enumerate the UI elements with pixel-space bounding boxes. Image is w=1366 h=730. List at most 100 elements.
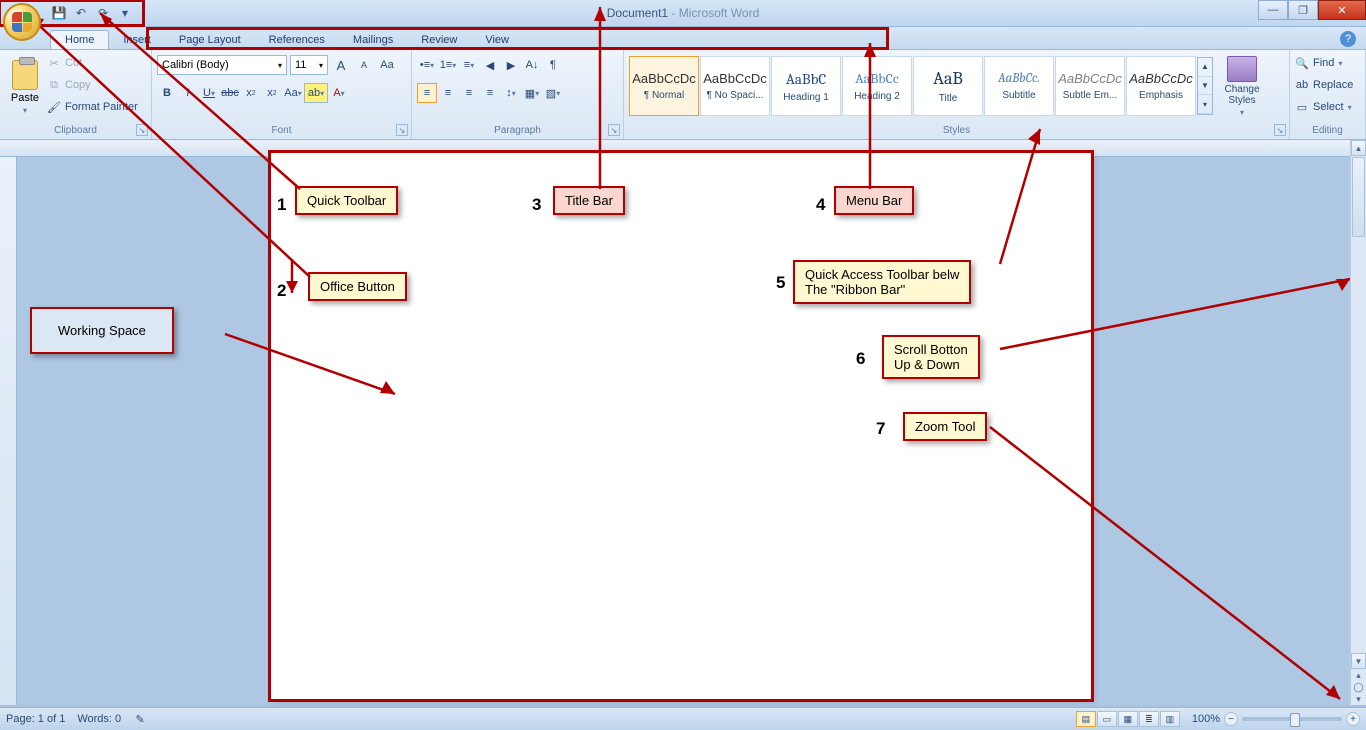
justify-button[interactable]: ≡	[480, 83, 500, 103]
ribbon: Paste ✂Cut ⧉Copy 🖌Format Painter Clipboa…	[0, 50, 1366, 140]
style-emphasis[interactable]: AaBbCcDcEmphasis	[1126, 56, 1196, 116]
cut-button[interactable]: ✂Cut	[47, 53, 138, 73]
minimize-button[interactable]: —	[1258, 0, 1288, 20]
label-3: 3	[532, 195, 541, 215]
callout-quick-toolbar: Quick Toolbar	[295, 186, 398, 215]
zoom-out-button[interactable]: −	[1224, 712, 1238, 726]
scroll-thumb[interactable]	[1352, 157, 1365, 237]
previous-page-button[interactable]: ▴	[1351, 669, 1366, 681]
browse-object-button[interactable]: ◯	[1351, 681, 1366, 693]
tab-home[interactable]: Home	[50, 30, 109, 49]
label-6: 6	[856, 349, 865, 369]
font-size-combo[interactable]: 11▾	[290, 55, 328, 75]
font-name-combo[interactable]: Calibri (Body)▾	[157, 55, 287, 75]
font-launcher[interactable]: ↘	[396, 124, 408, 136]
sort-button[interactable]: A↓	[522, 55, 542, 75]
scroll-down-button[interactable]: ▼	[1351, 653, 1366, 669]
status-page[interactable]: Page: 1 of 1	[6, 713, 65, 725]
change-case-button[interactable]: Aa	[283, 83, 303, 103]
callout-zoom-tool: Zoom Tool	[903, 412, 987, 441]
office-button[interactable]	[3, 3, 41, 41]
view-draft[interactable]: ▥	[1160, 711, 1180, 727]
decrease-indent-button[interactable]: ◀	[480, 55, 500, 75]
copy-button[interactable]: ⧉Copy	[47, 75, 138, 95]
app-name: Microsoft Word	[679, 6, 759, 20]
shrink-font-button[interactable]: A	[354, 55, 374, 75]
bold-button[interactable]: B	[157, 83, 177, 103]
strikethrough-button[interactable]: abc	[220, 83, 240, 103]
brush-icon: 🖌	[47, 100, 61, 114]
label-5: 5	[776, 273, 785, 293]
style-heading-1[interactable]: AaBbCHeading 1	[771, 56, 841, 116]
style-normal[interactable]: AaBbCcDc¶ Normal	[629, 56, 699, 116]
line-spacing-button[interactable]: ↕	[501, 83, 521, 103]
clear-formatting-button[interactable]: Aa	[377, 55, 397, 75]
callout-qat-below-ribbon: Quick Access Toolbar belw The "Ribbon Ba…	[793, 260, 971, 304]
format-painter-button[interactable]: 🖌Format Painter	[47, 97, 138, 117]
style-heading-2[interactable]: AaBbCcHeading 2	[842, 56, 912, 116]
styles-expand[interactable]: ▲▼▾	[1197, 57, 1213, 115]
numbering-button[interactable]: 1≡	[438, 55, 458, 75]
select-icon: ▭	[1295, 100, 1309, 114]
group-label: Font	[152, 123, 411, 138]
show-marks-button[interactable]: ¶	[543, 55, 563, 75]
label-1: 1	[277, 195, 286, 215]
maximize-button[interactable]: ❐	[1288, 0, 1318, 20]
style-title[interactable]: AaBTitle	[913, 56, 983, 116]
view-web-layout[interactable]: ▦	[1118, 711, 1138, 727]
select-button[interactable]: ▭Select	[1295, 97, 1360, 117]
font-color-button[interactable]: A	[329, 83, 349, 103]
office-logo-icon	[12, 12, 32, 32]
title-bar: 💾 ↶ ↷ ▾ Document1 - Microsoft Word — ❐ ✕	[0, 0, 1366, 27]
view-print-layout[interactable]: ▤	[1076, 711, 1096, 727]
subscript-button[interactable]: x2	[241, 83, 261, 103]
group-paragraph: •≡ 1≡ ≡ ◀ ▶ A↓ ¶ ≡ ≡ ≡ ≡ ↕ ▦ ▧ Paragraph…	[412, 50, 624, 139]
styles-launcher[interactable]: ↘	[1274, 124, 1286, 136]
label-2: 2	[277, 281, 286, 301]
label-4: 4	[816, 195, 825, 215]
close-button[interactable]: ✕	[1318, 0, 1366, 20]
group-label: Paragraph	[412, 123, 623, 138]
multilevel-button[interactable]: ≡	[459, 55, 479, 75]
shading-button[interactable]: ▦	[522, 83, 542, 103]
next-page-button[interactable]: ▾	[1351, 693, 1366, 705]
superscript-button[interactable]: x2	[262, 83, 282, 103]
align-right-button[interactable]: ≡	[459, 83, 479, 103]
paragraph-launcher[interactable]: ↘	[608, 124, 620, 136]
view-full-screen[interactable]: ▭	[1097, 711, 1117, 727]
clipboard-launcher[interactable]: ↘	[136, 124, 148, 136]
change-styles-button[interactable]: Change Styles	[1214, 56, 1270, 117]
vertical-scrollbar[interactable]: ▲ ▼ ▴ ◯ ▾	[1350, 140, 1366, 705]
proofing-icon[interactable]: ✎	[133, 712, 147, 726]
status-words[interactable]: Words: 0	[77, 713, 121, 725]
grow-font-button[interactable]: A	[331, 55, 351, 75]
window-title: Document1 - Microsoft Word	[607, 6, 760, 20]
zoom-slider[interactable]	[1242, 717, 1342, 721]
underline-button[interactable]: U	[199, 83, 219, 103]
replace-button[interactable]: abReplace	[1295, 75, 1360, 95]
style-no-spacing[interactable]: AaBbCcDc¶ No Spaci...	[700, 56, 770, 116]
change-styles-icon	[1227, 56, 1257, 82]
group-editing: 🔍Find abReplace ▭Select Editing	[1290, 50, 1366, 139]
align-center-button[interactable]: ≡	[438, 83, 458, 103]
callout-office-button: Office Button	[308, 272, 407, 301]
document-area: 1 Quick Toolbar 2 Office Button 3 Title …	[0, 140, 1366, 705]
vertical-ruler[interactable]	[0, 157, 17, 705]
help-button[interactable]: ?	[1340, 31, 1356, 47]
increase-indent-button[interactable]: ▶	[501, 55, 521, 75]
align-left-button[interactable]: ≡	[417, 83, 437, 103]
zoom-level[interactable]: 100%	[1192, 713, 1220, 725]
bullets-button[interactable]: •≡	[417, 55, 437, 75]
italic-button[interactable]: I	[178, 83, 198, 103]
borders-button[interactable]: ▧	[543, 83, 563, 103]
find-button[interactable]: 🔍Find	[1295, 53, 1360, 73]
paste-button[interactable]: Paste	[5, 53, 45, 121]
group-label: Clipboard	[0, 123, 151, 138]
group-label: Styles	[624, 123, 1289, 138]
zoom-in-button[interactable]: +	[1346, 712, 1360, 726]
style-subtle-emphasis[interactable]: AaBbCcDcSubtle Em...	[1055, 56, 1125, 116]
scroll-up-button[interactable]: ▲	[1351, 140, 1366, 156]
style-subtitle[interactable]: AaBbCc.Subtitle	[984, 56, 1054, 116]
highlight-button[interactable]: ab	[304, 83, 328, 103]
view-outline[interactable]: ≣	[1139, 711, 1159, 727]
